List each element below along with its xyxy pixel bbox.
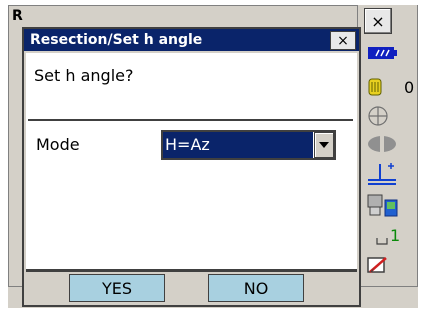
mode-select-value[interactable]: H=Az [163,132,313,158]
panel-close-button[interactable]: × [364,8,392,34]
dialog-title: Resection/Set h angle [30,32,203,48]
dialog-content: Set h angle? Mode H=Az [26,53,357,269]
memory-icon[interactable] [366,254,390,276]
communication-icon[interactable] [366,192,400,220]
input-mode-value: 1 [390,226,401,245]
dialog-title-bar: Resection/Set h angle × [24,29,359,51]
separator [28,119,353,121]
dialog-prompt: Set h angle? [34,66,134,85]
battery-icon[interactable] [366,45,398,61]
mode-label: Mode [36,135,80,154]
screen: R × 0 1 Resection/Set h angle × Set h an… [0,0,426,315]
background-window-title: R [12,8,23,24]
laser-pointer-icon[interactable] [366,134,398,154]
prism-constant[interactable]: 0 [368,78,418,98]
prism-constant-value: 0 [404,78,415,97]
no-button[interactable]: NO [208,274,304,302]
dialog-close-button[interactable]: × [330,31,356,50]
divider [26,269,357,272]
input-mode-icon [376,238,388,245]
set-h-angle-dialog: Resection/Set h angle × Set h angle? Mod… [22,27,361,307]
chevron-down-icon[interactable] [314,132,334,158]
tilt-icon[interactable] [366,104,390,128]
yes-button[interactable]: YES [69,274,165,302]
mode-select[interactable]: H=Az [161,130,336,160]
input-mode[interactable]: 1 [376,226,416,250]
target-icon[interactable] [366,160,400,186]
prism-icon [368,78,382,96]
